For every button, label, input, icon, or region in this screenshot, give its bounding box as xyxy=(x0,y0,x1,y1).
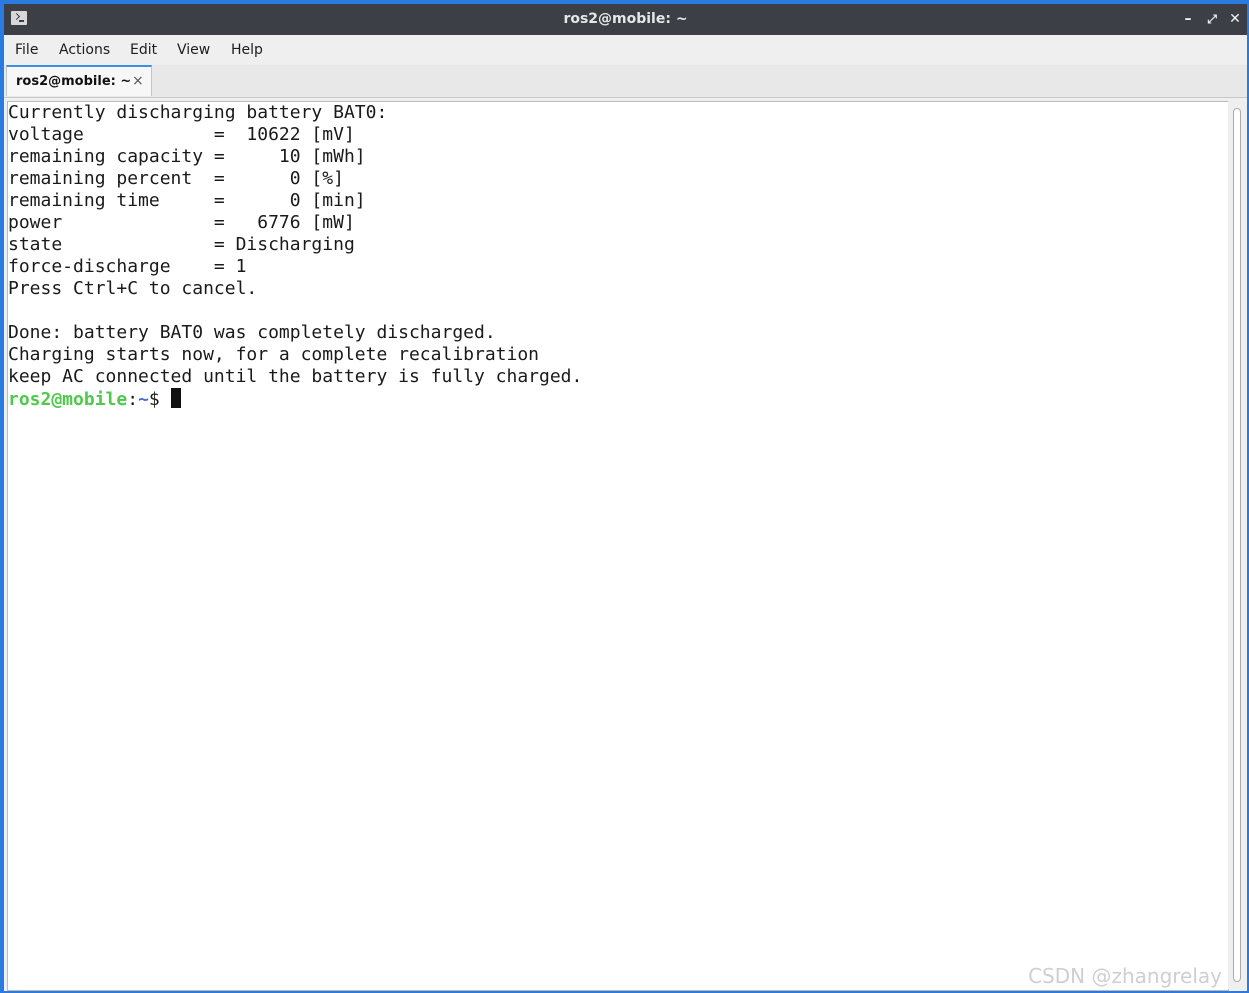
text-cursor xyxy=(170,388,181,408)
window-title: ros2@mobile: ~ xyxy=(563,11,688,27)
terminal-line: voltage = 10622 [mV] xyxy=(8,124,355,145)
terminal-line: remaining time = 0 [min] xyxy=(8,190,366,211)
terminal-line: Currently discharging battery BAT0: xyxy=(8,102,388,123)
terminal-line: Done: battery BAT0 was completely discha… xyxy=(8,322,496,343)
prompt-directory: ~ xyxy=(138,389,149,410)
terminal-line: state = Discharging xyxy=(8,234,355,255)
menu-edit[interactable]: Edit xyxy=(130,35,157,65)
menu-view[interactable]: View xyxy=(177,35,210,65)
scrollbar-thumb[interactable] xyxy=(1233,108,1241,982)
tab-label: ros2@mobile: ~ xyxy=(16,74,132,89)
vertical-scrollbar[interactable] xyxy=(1228,101,1246,989)
terminal-text: Currently discharging battery BAT0: volta… xyxy=(8,102,582,410)
menu-bar: File Actions Edit View Help xyxy=(4,35,1247,65)
title-bar[interactable]: ros2@mobile: ~ – ⤢ ✕ xyxy=(4,4,1247,35)
terminal-line: power = 6776 [mW] xyxy=(8,212,355,233)
terminal-line: remaining percent = 0 [%] xyxy=(8,168,344,189)
watermark: CSDN @zhangrelay xyxy=(1028,964,1222,988)
terminal-line: remaining capacity = 10 [mWh] xyxy=(8,146,366,167)
terminal-line: Charging starts now, for a complete reca… xyxy=(8,344,540,365)
tab-terminal[interactable]: ros2@mobile: ~ × xyxy=(6,65,152,96)
prompt-user-host: ros2@mobile xyxy=(8,389,128,410)
minimize-icon[interactable]: – xyxy=(1179,10,1197,28)
terminal-window: ros2@mobile: ~ – ⤢ ✕ File Actions Edit V… xyxy=(4,4,1247,991)
terminal-line: keep AC connected until the battery is f… xyxy=(8,366,583,387)
terminal-line: force-discharge = 1 xyxy=(8,256,247,277)
prompt-symbol: $ xyxy=(148,389,171,410)
close-icon[interactable]: ✕ xyxy=(1226,10,1244,28)
tab-close-icon[interactable]: × xyxy=(132,67,144,96)
menu-actions[interactable]: Actions xyxy=(59,35,110,65)
menu-file[interactable]: File xyxy=(15,35,38,65)
terminal-output[interactable]: Currently discharging battery BAT0: volta… xyxy=(7,101,1229,991)
maximize-icon[interactable]: ⤢ xyxy=(1203,10,1221,28)
prompt-colon: : xyxy=(127,389,139,410)
menu-help[interactable]: Help xyxy=(231,35,263,65)
prompt-line[interactable]: ros2@mobile:~$ xyxy=(8,388,582,410)
tab-bar: ros2@mobile: ~ × xyxy=(4,65,1247,98)
terminal-line: Press Ctrl+C to cancel. xyxy=(8,278,258,299)
